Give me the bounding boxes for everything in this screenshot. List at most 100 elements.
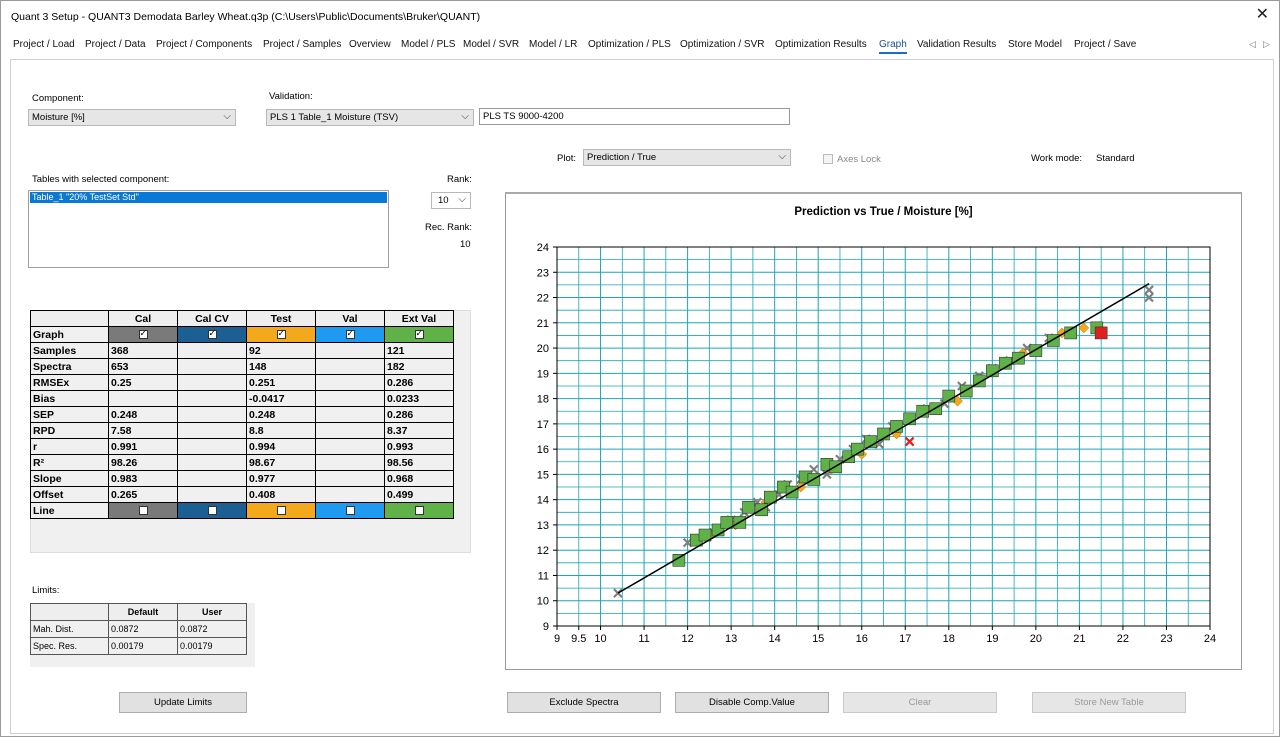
tab-model-svr[interactable]: Model / SVR: [463, 39, 519, 50]
table-row: RPD 7.58 8.8 8.37: [30, 422, 454, 439]
limits-label: Limits:: [32, 585, 60, 596]
cell: 0.977: [246, 470, 316, 487]
tab-store-model[interactable]: Store Model: [1008, 39, 1062, 50]
tab-validation-results[interactable]: Validation Results: [917, 39, 996, 50]
tab-project-data[interactable]: Project / Data: [85, 39, 146, 50]
cell: [315, 406, 385, 423]
cell: 148: [246, 358, 316, 375]
disable-comp-value-button[interactable]: Disable Comp.Value: [675, 692, 829, 713]
x-tick-label: 13: [725, 633, 737, 645]
tab-project-save[interactable]: Project / Save: [1074, 39, 1136, 50]
cell: 0.286: [384, 374, 454, 391]
x-tick-label: 17: [899, 633, 911, 645]
cell: 182: [384, 358, 454, 375]
graph-checkbox-cal[interactable]: [138, 328, 148, 340]
list-item-table-1[interactable]: Table_1 "20% TestSet Std": [30, 192, 387, 203]
row-label: RPD: [30, 422, 109, 439]
table-row: Spectra 653 148 182: [30, 358, 454, 375]
exclude-spectra-button[interactable]: Exclude Spectra: [507, 692, 661, 713]
tables-list[interactable]: Table_1 "20% TestSet Std": [28, 190, 389, 268]
user-limit-input[interactable]: 0.0872: [177, 620, 247, 638]
close-icon[interactable]: ✕: [1256, 7, 1269, 23]
graph-checkbox-val[interactable]: [345, 328, 355, 340]
line-checkbox-ext-val[interactable]: [414, 506, 424, 516]
cell: 0.0233: [384, 390, 454, 407]
stats-header-row: Cal Cal CV Test Val Ext Val: [30, 310, 454, 327]
x-tick-label: 14: [769, 633, 781, 645]
cell: [177, 422, 247, 439]
tab-optimization-results[interactable]: Optimization Results: [775, 39, 867, 50]
tab-scroll-right-icon[interactable]: ▷: [1263, 39, 1270, 50]
line-checkbox-test[interactable]: [276, 506, 286, 516]
rank-select[interactable]: 10 ⌵: [431, 192, 471, 209]
row-label-graph: Graph: [30, 326, 109, 343]
x-tick-label: 12: [681, 633, 693, 645]
tab-project-components[interactable]: Project / Components: [156, 39, 252, 50]
axes-lock-checkbox[interactable]: [823, 154, 833, 164]
rec-rank-label: Rec. Rank:: [425, 222, 472, 233]
component-select[interactable]: Moisture [%] ⌵: [28, 109, 236, 126]
graph-cell-val: [315, 326, 385, 343]
cell: 0.993: [384, 438, 454, 455]
graph-checkbox-ext-val[interactable]: [414, 328, 424, 340]
tab-optimization-pls[interactable]: Optimization / PLS: [588, 39, 671, 50]
x-tick-label: 19: [986, 633, 998, 645]
cell: 7.58: [108, 422, 178, 439]
validation-select[interactable]: PLS 1 Table_1 Moisture (TSV) ⌵: [266, 109, 474, 126]
y-tick-label: 14: [537, 495, 549, 507]
store-new-table-button[interactable]: Store New Table: [1032, 692, 1186, 713]
tab-scroll-left-icon[interactable]: ◁: [1249, 39, 1256, 50]
line-checkbox-cal[interactable]: [138, 506, 148, 516]
row-label: Mah. Dist.: [30, 620, 109, 638]
method-text-field[interactable]: PLS TS 9000-4200: [479, 108, 790, 125]
graph-cell-test: [246, 326, 316, 343]
limits-header-row: Default User: [30, 603, 247, 621]
cell: [177, 374, 247, 391]
x-tick-label: 15: [812, 633, 824, 645]
cell: [315, 486, 385, 503]
tab-overview[interactable]: Overview: [349, 39, 391, 50]
tab-project-load[interactable]: Project / Load: [13, 39, 75, 50]
col-header-user: User: [177, 603, 247, 621]
cell: 0.00179: [108, 637, 178, 655]
chevron-down-icon: ⌵: [778, 151, 786, 162]
plot-type-select[interactable]: Prediction / True ⌵: [583, 149, 791, 166]
update-limits-button[interactable]: Update Limits: [119, 692, 247, 713]
row-label: Slope: [30, 470, 109, 487]
cell: 0.248: [108, 406, 178, 423]
y-tick-label: 22: [537, 293, 549, 305]
cell: 0.265: [108, 486, 178, 503]
line-cell-ext-val: [384, 502, 454, 519]
col-header-test: Test: [246, 310, 316, 327]
cell: 0.408: [246, 486, 316, 503]
cell: 0.968: [384, 470, 454, 487]
cell: 0.25: [108, 374, 178, 391]
cell: 8.37: [384, 422, 454, 439]
user-limit-input[interactable]: 0.00179: [177, 637, 247, 655]
tab-optimization-svr[interactable]: Optimization / SVR: [680, 39, 764, 50]
line-cell-test: [246, 502, 316, 519]
cell: [315, 390, 385, 407]
tab-model-lr[interactable]: Model / LR: [529, 39, 577, 50]
graph-checkbox-test[interactable]: [276, 328, 286, 340]
col-header-cal-cv: Cal CV: [177, 310, 247, 327]
line-checkbox-val[interactable]: [345, 506, 355, 516]
cell: 121: [384, 342, 454, 359]
tables-label: Tables with selected component:: [32, 174, 170, 185]
graph-checkbox-cal-cv[interactable]: [207, 328, 217, 340]
line-checkbox-cal-cv[interactable]: [207, 506, 217, 516]
component-value: Moisture [%]: [32, 112, 85, 123]
cell: 368: [108, 342, 178, 359]
prediction-chart[interactable]: Prediction vs True / Moisture [%] 9 9.5 10 1…: [506, 194, 1241, 669]
clear-button[interactable]: Clear: [843, 692, 997, 713]
x-tick-label: 21: [1073, 633, 1085, 645]
y-tick-label: 18: [537, 394, 549, 406]
table-row: Mah. Dist. 0.0872 0.0872: [30, 620, 247, 638]
tab-project-samples[interactable]: Project / Samples: [263, 39, 341, 50]
row-label-line: Line: [30, 502, 109, 519]
tab-graph[interactable]: Graph: [879, 39, 907, 54]
table-row: Spec. Res. 0.00179 0.00179: [30, 637, 247, 655]
app-window: Quant 3 Setup - QUANT3 Demodata Barley W…: [0, 0, 1280, 737]
tab-model-pls[interactable]: Model / PLS: [401, 39, 455, 50]
table-row: Offset 0.265 0.408 0.499: [30, 486, 454, 503]
